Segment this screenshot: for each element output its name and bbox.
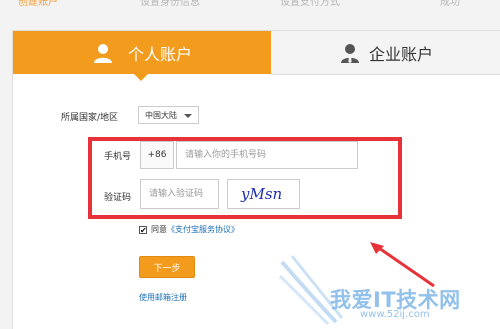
phone-input[interactable]	[176, 141, 358, 169]
phone-label: 手机号	[104, 152, 132, 162]
service-agreement-link[interactable]: 《支付宝服务协议》	[167, 225, 239, 234]
tab-personal-account[interactable]: 个人账户	[13, 31, 271, 74]
next-button[interactable]: 下一步	[139, 256, 195, 278]
code-label: 验证码	[104, 193, 132, 203]
email-register-link[interactable]: 使用邮箱注册	[139, 292, 187, 303]
step-create-account: 创建账户	[18, 0, 58, 8]
code-input[interactable]	[140, 179, 219, 209]
step-payment-method: 设置支付方式	[280, 0, 340, 8]
step-identity-info: 设置身份信息	[140, 0, 200, 8]
svg-text:yMsn: yMsn	[240, 185, 282, 203]
region-value: 中国大陆	[145, 110, 177, 120]
watermark-url: www.52ij.com	[360, 309, 430, 320]
agree-text: 同意《支付宝服务协议》	[151, 224, 239, 235]
region-select[interactable]: 中国大陆	[138, 106, 199, 124]
captcha-image[interactable]: yMsn	[227, 179, 300, 209]
tab-business-account[interactable]: 企业账户	[271, 31, 500, 75]
tab-business-label: 企业账户	[368, 44, 433, 64]
chevron-down-icon	[184, 114, 192, 118]
agree-checkbox[interactable]: ✔	[139, 226, 147, 235]
tab-personal-label: 个人账户	[127, 44, 192, 64]
region-label: 所属国家/地区	[61, 113, 119, 123]
step-indicator: 创建账户 设置身份信息 设置支付方式 成功	[0, 0, 500, 10]
phone-prefix: +86	[140, 141, 174, 169]
captcha-text: yMsn	[240, 185, 282, 203]
active-tab-pointer	[134, 74, 148, 81]
step-success: 成功	[440, 0, 460, 8]
person-icon	[93, 43, 112, 63]
business-person-icon	[340, 43, 359, 63]
agree-prefix: 同意	[151, 225, 167, 234]
